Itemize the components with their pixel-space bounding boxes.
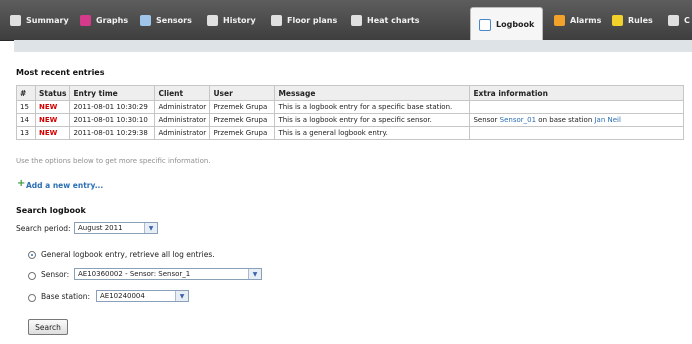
radio-general[interactable] — [28, 251, 36, 259]
entry-number: 15 — [16, 100, 36, 114]
entry-number: 14 — [16, 113, 36, 127]
tab-label: Rules — [628, 15, 653, 25]
entry-time: 2011-08-01 10:30:29 — [69, 100, 156, 114]
rules-icon — [612, 14, 623, 26]
tab-alarms[interactable]: Alarms — [554, 8, 601, 32]
column-header: # — [16, 85, 36, 101]
entry-user: Przemek Grupa — [209, 113, 276, 127]
main-navigation: Summary Graphs Sensors History Floor pla… — [0, 0, 692, 41]
entry-time: 2011-08-01 10:29:38 — [69, 126, 156, 140]
search-button[interactable]: Search — [28, 319, 68, 335]
entry-user: Przemek Grupa — [209, 100, 276, 114]
logbook-icon — [479, 18, 491, 31]
history-icon — [207, 14, 218, 26]
column-header: Entry time — [69, 85, 156, 101]
base-station-link[interactable]: Jan Neil — [594, 116, 620, 124]
column-header: Message — [274, 85, 471, 101]
radio-sensor[interactable] — [28, 272, 36, 280]
chevron-down-icon: ▼ — [248, 269, 261, 279]
tab-summary[interactable]: Summary — [10, 8, 69, 32]
recent-entries-title: Most recent entries — [16, 68, 105, 77]
column-header: Extra information — [469, 85, 684, 101]
entry-extra — [469, 126, 684, 140]
column-header: User — [209, 85, 276, 101]
column-header: Client — [154, 85, 211, 101]
table-row[interactable]: 14 NEW 2011-08-01 10:30:10 Administrator… — [16, 113, 684, 127]
tab-label: Alarms — [570, 15, 602, 25]
select-value: AE10240004 — [100, 292, 145, 300]
sensor-icon — [140, 14, 151, 26]
add-entry-link[interactable]: Add a new entry... — [26, 181, 103, 190]
tab-logbook[interactable]: Logbook — [470, 7, 544, 41]
tab-graphs[interactable]: Graphs — [80, 8, 128, 32]
tab-label: Heat charts — [367, 15, 420, 25]
extra-text: on base station — [536, 116, 595, 124]
sub-toolbar — [14, 40, 692, 52]
entry-client: Administrator — [154, 113, 211, 127]
entry-message: This is a logbook entry for a specific b… — [274, 100, 471, 114]
floorplan-icon — [271, 14, 282, 26]
entry-client: Administrator — [154, 100, 211, 114]
chevron-down-icon: ▼ — [144, 223, 157, 233]
select-value: August 2011 — [78, 224, 123, 232]
search-period-label: Search period: — [16, 224, 71, 233]
chevron-down-icon: ▼ — [175, 291, 188, 301]
radio-base-station[interactable] — [28, 294, 36, 302]
alarm-icon — [554, 14, 565, 26]
extra-text: Sensor — [473, 116, 500, 124]
search-period-select[interactable]: August 2011 ▼ — [74, 222, 158, 234]
entry-extra: Sensor Sensor_01 on base station Jan Nei… — [469, 113, 684, 127]
tab-label: History — [223, 15, 256, 25]
base-station-select[interactable]: AE10240004 ▼ — [96, 290, 189, 302]
radio-base-station-label: Base station: — [41, 292, 90, 301]
wrench-icon — [10, 14, 21, 26]
tab-label: Logbook — [496, 20, 535, 29]
search-logbook-title: Search logbook — [16, 206, 86, 215]
tab-heat-charts[interactable]: Heat charts — [351, 8, 420, 32]
entry-time: 2011-08-01 10:30:10 — [69, 113, 156, 127]
radio-general-label: General logbook entry, retrieve all log … — [41, 250, 215, 259]
sensor-link[interactable]: Sensor_01 — [500, 116, 536, 124]
graph-icon — [80, 14, 91, 26]
radio-sensor-label: Sensor: — [41, 270, 70, 279]
select-value: AE10360002 - Sensor: Sensor_1 — [78, 270, 191, 278]
entry-client: Administrator — [154, 126, 211, 140]
status-badge: NEW — [34, 113, 71, 127]
tab-sensors[interactable]: Sensors — [140, 8, 192, 32]
logbook-table: # Status Entry time Client User Message … — [16, 85, 684, 140]
table-header-row: # Status Entry time Client User Message … — [16, 85, 684, 101]
tab-label: Summary — [26, 15, 69, 25]
entry-message: This is a logbook entry for a specific s… — [274, 113, 471, 127]
hint-text: Use the options below to get more specif… — [16, 157, 211, 165]
plus-icon: + — [17, 178, 26, 189]
table-row[interactable]: 13 NEW 2011-08-01 10:29:38 Administrator… — [16, 126, 684, 140]
table-row[interactable]: 15 NEW 2011-08-01 10:30:29 Administrator… — [16, 100, 684, 114]
entry-number: 13 — [16, 126, 36, 140]
sensor-select[interactable]: AE10360002 - Sensor: Sensor_1 ▼ — [74, 268, 262, 280]
tab-label: Graphs — [96, 15, 129, 25]
tab-label: Floor plans — [287, 15, 338, 25]
tab-label: C — [684, 15, 690, 25]
tab-floor-plans[interactable]: Floor plans — [271, 8, 337, 32]
config-icon — [668, 14, 679, 26]
tab-rules[interactable]: Rules — [612, 8, 653, 32]
entry-extra — [469, 100, 684, 114]
status-badge: NEW — [34, 100, 71, 114]
status-badge: NEW — [34, 126, 71, 140]
column-header: Status — [34, 85, 71, 101]
heatchart-icon — [351, 14, 362, 26]
tab-history[interactable]: History — [207, 8, 256, 32]
entry-message: This is a general logbook entry. — [274, 126, 471, 140]
tab-label: Sensors — [156, 15, 192, 25]
tab-config[interactable]: C — [668, 8, 690, 32]
entry-user: Przemek Grupa — [209, 126, 276, 140]
